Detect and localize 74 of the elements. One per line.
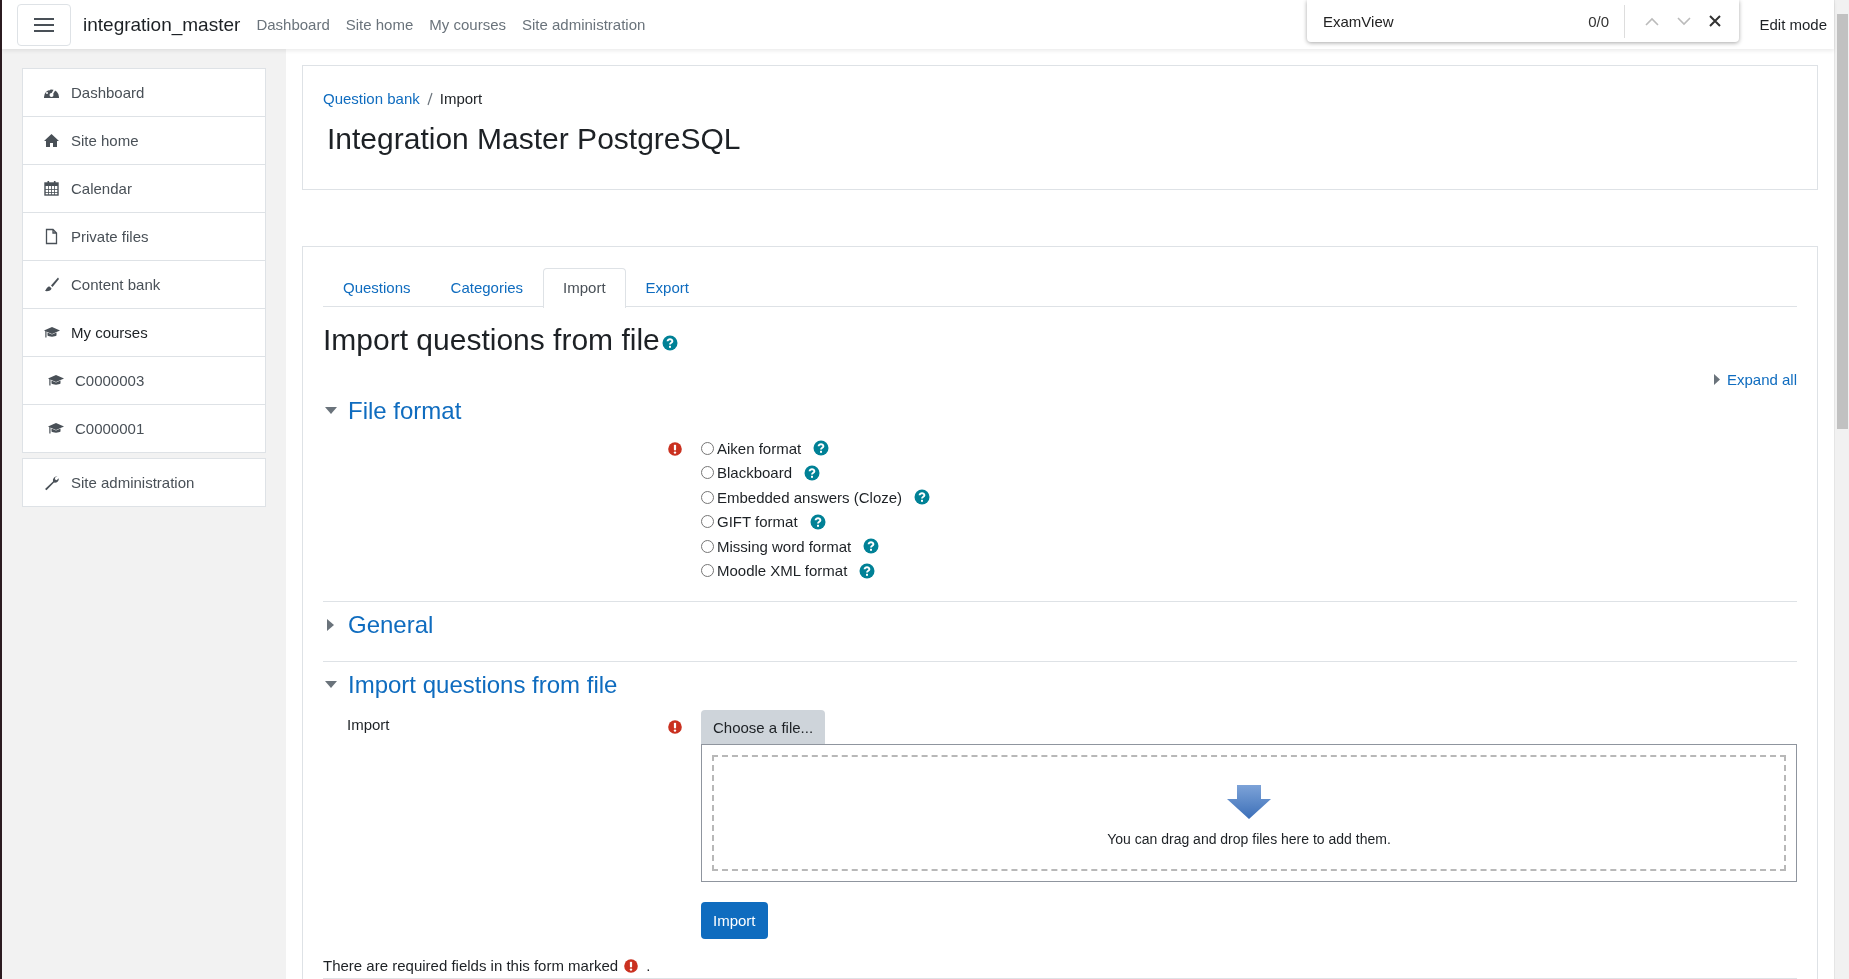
caret-right-icon [1712,374,1720,385]
section-toggle[interactable]: File format [323,392,1797,429]
radio-option[interactable]: Missing word format [701,537,852,555]
graduation-cap-icon [47,420,65,437]
help-icon[interactable] [863,538,880,555]
sidebar-item[interactable]: Site home [23,116,265,164]
help-icon[interactable] [859,562,876,579]
required-note: There are required fields in this form marked [323,957,619,974]
field-label: Import [347,716,390,733]
breadcrumb-item: Import [439,90,483,107]
radio-button[interactable] [701,564,714,578]
page-heading: Import questions from file [323,322,660,358]
scrollbar[interactable] [1834,0,1849,979]
paintbrush-icon [43,276,61,293]
file-drop-area[interactable]: You can drag and drop files here to add them. [701,744,1797,882]
sidebar-item[interactable]: Content bank [23,260,265,308]
find-match-count: 0/0 [1588,12,1609,30]
house-icon [43,132,61,149]
tab[interactable]: Export [625,268,709,307]
choose-file-button[interactable]: Choose a file... [701,710,826,744]
caret-right-icon [327,618,334,631]
radio-option[interactable]: Moodle XML format [701,562,848,580]
breadcrumb-item[interactable]: Question bank [323,90,420,107]
radio-button[interactable] [701,539,714,553]
sidebar-item[interactable]: Site administration [23,459,265,506]
sidebar-item[interactable]: C0000003 [23,356,265,404]
help-icon[interactable] [813,440,830,457]
section-toggle[interactable]: Import questions from file [323,666,1797,703]
note-end: . [646,957,651,974]
tab[interactable]: Categories [430,268,544,307]
radio-option[interactable]: Embedded answers (Cloze) [701,488,903,506]
nav-link[interactable]: My courses [429,16,506,33]
sidebar-item[interactable]: C0000001 [23,404,265,452]
radio-button[interactable] [701,466,714,480]
sidebar-item[interactable]: Dashboard [23,69,265,116]
menu-button[interactable] [17,3,71,46]
required-icon [624,958,639,973]
help-icon[interactable] [809,513,826,530]
radio-option[interactable]: GIFT format [701,513,798,531]
radio-button[interactable] [701,441,714,455]
sidebar-item[interactable]: Calendar [23,164,265,212]
menu-icon [33,16,55,33]
nav-link[interactable]: Site administration [522,16,646,33]
tab[interactable]: Questions [323,268,431,307]
find-query-field[interactable]: ExamView [1323,12,1589,30]
graduation-cap-icon [47,372,65,389]
scrollbar-thumb[interactable] [1836,14,1848,429]
tab[interactable]: Import [543,268,626,308]
drop-hint: You can drag and drop files here to add them. [1107,831,1391,847]
radio-option[interactable]: Aiken format [701,439,802,457]
sidebar-item[interactable]: Private files [23,212,265,260]
help-icon[interactable] [661,335,678,351]
page-title: Integration Master PostgreSQL [327,121,742,157]
graduation-cap-icon [43,324,61,341]
sidebar-item[interactable]: My courses [23,308,265,356]
radio-button[interactable] [701,490,714,504]
radio-button[interactable] [701,515,714,529]
calendar-icon [43,180,61,197]
caret-down-icon [325,681,337,688]
edit-mode-label[interactable]: Edit mode [1759,16,1827,33]
expand-all-link[interactable]: Expand all [1712,371,1797,388]
nav-link[interactable]: Dashboard [256,16,330,33]
import-button[interactable]: Import [701,902,768,939]
help-icon[interactable] [914,489,931,506]
caret-down-icon [325,407,337,414]
section-toggle[interactable]: General [323,606,1797,643]
breadcrumb-separator-icon [425,91,434,106]
nav-link[interactable]: Site home [345,16,414,33]
down-arrow-icon [1227,785,1271,819]
help-icon[interactable] [804,464,821,481]
close-icon[interactable] [1709,15,1721,27]
site-name-link[interactable]: integration_master [83,13,241,36]
radio-option[interactable]: Blackboard [701,464,793,482]
wrench-icon [43,474,61,491]
